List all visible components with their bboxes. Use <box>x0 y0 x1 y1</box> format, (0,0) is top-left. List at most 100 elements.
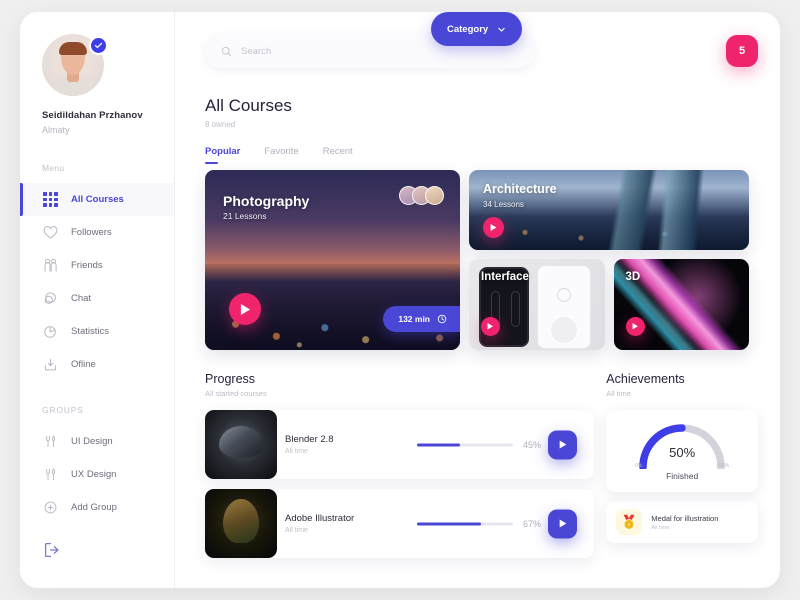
medal-sub: All time <box>651 524 670 531</box>
phone-mockup-light <box>537 265 591 349</box>
course-card-title: 3D <box>625 271 641 283</box>
tab-recent[interactable]: Recent <box>323 146 353 164</box>
play-button[interactable] <box>229 293 261 325</box>
progress-list: Blender 2.8 All time 45% Adobe Illustrat… <box>205 410 595 558</box>
progress-percent-label: 67% <box>523 518 542 529</box>
heart-icon <box>42 224 59 241</box>
page-title: All Courses <box>205 96 292 115</box>
clock-icon <box>437 314 447 324</box>
pie-chart-icon <box>42 323 59 340</box>
course-thumbnail <box>205 410 277 479</box>
category-button[interactable]: Category <box>431 12 523 46</box>
sidebar-item-label: Statistics <box>71 326 110 337</box>
play-button[interactable] <box>481 317 500 336</box>
course-cards: Photography 21 Lessons 132 min Architect… <box>205 170 758 350</box>
achievements-title: Achievements <box>606 372 685 386</box>
progress-item-sub: All time <box>285 448 308 455</box>
play-button[interactable] <box>483 217 504 238</box>
tools-icon <box>42 433 59 450</box>
sidebar-item-chat[interactable]: Chat <box>20 282 174 315</box>
main-content: Category 5 All Courses 8 owned Popular F… <box>175 12 780 588</box>
achievements-section: Achievements All time 50% 0% 100% Finish… <box>606 372 758 558</box>
sidebar-item-label: Chat <box>71 293 92 304</box>
profile-name: Seidildahan Przhanov <box>42 110 143 121</box>
verified-badge <box>89 36 108 55</box>
course-card-lessons: 34 Lessons <box>483 200 524 209</box>
logout-icon[interactable] <box>42 540 62 560</box>
tab-bar: Popular Favorite Recent <box>205 146 758 164</box>
course-thumbnail <box>205 489 277 558</box>
plus-circle-icon <box>42 499 59 516</box>
tab-popular[interactable]: Popular <box>205 146 240 164</box>
course-card-3d[interactable]: 3D <box>613 259 749 350</box>
progress-bar-fill <box>417 443 461 446</box>
search-input[interactable] <box>241 45 441 57</box>
course-card-avatars <box>399 186 444 205</box>
tab-favorite[interactable]: Favorite <box>264 146 298 164</box>
progress-section: Progress All started courses Blender 2.8… <box>205 372 595 558</box>
notification-badge[interactable]: 5 <box>726 35 758 67</box>
sidebar-group-ui-design[interactable]: UI Design <box>20 425 174 458</box>
download-icon <box>42 356 59 373</box>
course-card-title: Interface <box>481 271 529 283</box>
course-duration-badge: 132 min <box>383 306 460 332</box>
progress-percent-label: 45% <box>523 439 542 450</box>
progress-bar-track <box>417 443 513 446</box>
sidebar-item-statistics[interactable]: Statistics <box>20 315 174 348</box>
gauge-value-label: 50% <box>669 445 696 460</box>
grid-icon <box>42 191 59 208</box>
sidebar-item-ofline[interactable]: Ofline <box>20 348 174 381</box>
gauge-chart: 50% 0% 100% <box>634 421 730 469</box>
category-button-label: Category <box>447 23 489 35</box>
course-card-architecture[interactable]: Architecture 34 Lessons <box>469 170 749 250</box>
tools-icon <box>42 466 59 483</box>
gauge-caption: Finished <box>666 471 699 481</box>
check-icon <box>94 42 103 49</box>
sidebar-group-add-group[interactable]: Add Group <box>20 491 174 524</box>
sidebar-item-label: Ofline <box>71 359 96 370</box>
progress-bar-track <box>417 522 513 525</box>
sidebar-item-all-courses[interactable]: All Courses <box>20 183 174 216</box>
sidebar-item-friends[interactable]: Friends <box>20 249 174 282</box>
play-button[interactable] <box>625 317 645 336</box>
course-card-title: Photography <box>223 193 310 209</box>
friends-icon <box>42 257 59 274</box>
profile-city: Almaty <box>42 125 70 135</box>
sidebar-group-ux-design[interactable]: UX Design <box>20 458 174 491</box>
progress-item-name: Adobe Illustrator <box>285 513 355 524</box>
course-cards-right-column: Architecture 34 Lessons Interface 3D <box>469 170 749 350</box>
topbar: Category 5 <box>205 12 758 68</box>
chevron-down-icon <box>498 27 505 32</box>
progress-item-name: Blender 2.8 <box>285 434 334 445</box>
course-card-title: Architecture <box>483 182 557 196</box>
play-button[interactable] <box>548 430 578 459</box>
play-icon <box>490 224 497 231</box>
sidebar: Seidildahan Przhanov Almaty Menu All Cou… <box>20 12 175 588</box>
play-icon <box>632 323 638 330</box>
groups-section-label: GROUPS <box>42 405 84 415</box>
avatar <box>425 186 444 205</box>
play-button[interactable] <box>548 509 578 538</box>
achievements-gauge-card: 50% 0% 100% Finished <box>606 410 758 492</box>
sidebar-item-label: Followers <box>71 227 112 238</box>
achievement-medal-row[interactable]: Medal for illustration All time <box>606 501 758 543</box>
course-card-photography[interactable]: Photography 21 Lessons 132 min <box>205 170 460 350</box>
progress-row[interactable]: Blender 2.8 All time 45% <box>205 410 595 479</box>
progress-row[interactable]: Adobe Illustrator All time 67% <box>205 489 595 558</box>
sidebar-group-label: Add Group <box>71 502 117 513</box>
course-card-lessons: 21 Lessons <box>223 211 267 221</box>
chat-icon <box>42 290 59 307</box>
gauge-min-label: 0% <box>635 463 643 469</box>
sidebar-item-label: Friends <box>71 260 103 271</box>
play-icon <box>240 303 250 315</box>
play-icon <box>559 440 567 449</box>
course-cards-small-row: Interface 3D <box>469 259 749 350</box>
play-icon <box>487 323 494 330</box>
course-card-interface[interactable]: Interface <box>469 259 605 350</box>
sidebar-item-followers[interactable]: Followers <box>20 216 174 249</box>
progress-bar-fill <box>417 522 482 525</box>
progress-item-sub: All time <box>285 527 308 534</box>
play-icon <box>559 519 567 528</box>
sidebar-group-label: UX Design <box>71 469 117 480</box>
avatar[interactable] <box>42 34 108 96</box>
